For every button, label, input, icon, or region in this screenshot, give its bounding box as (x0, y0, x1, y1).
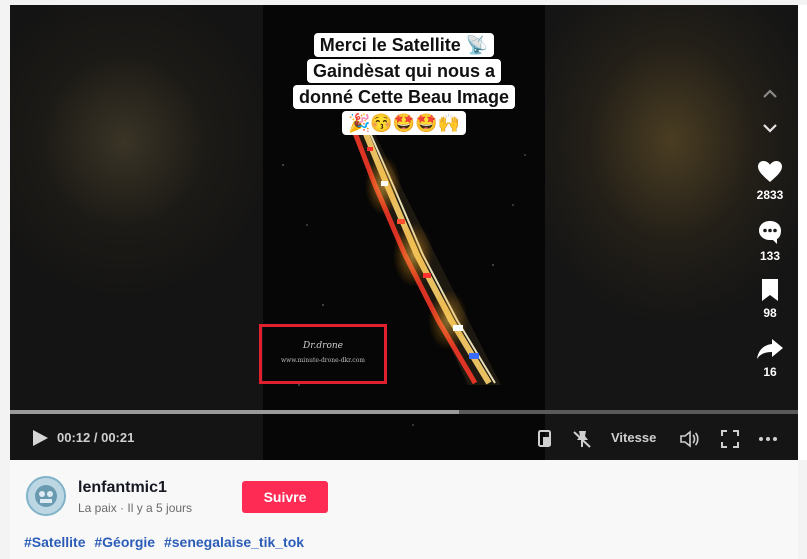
hashtag-link[interactable]: #Satellite (24, 534, 85, 550)
copy-icon (538, 430, 551, 447)
chevron-down-icon (763, 124, 777, 133)
bookmark-icon (762, 279, 778, 301)
hashtag-link[interactable]: #Géorgie (94, 534, 155, 550)
video-player[interactable]: Merci le Satellite 📡 Gaindèsat qui nous … (10, 5, 798, 460)
tiktok-video-page: Merci le Satellite 📡 Gaindèsat qui nous … (0, 0, 807, 559)
play-icon (33, 430, 48, 446)
more-dots-icon (759, 437, 777, 441)
video-info-panel: lenfantmic1 La paix · Il y a 5 jours Sui… (10, 460, 798, 559)
caption-line: Merci le Satellite 📡 (313, 33, 495, 57)
volume-icon (680, 430, 699, 448)
author-username[interactable]: lenfantmic1 (78, 479, 167, 497)
video-progress-bar[interactable] (10, 410, 798, 414)
follow-button[interactable]: Suivre (242, 481, 328, 513)
player-controls: 00:12 / 00:21 Vitesse (10, 420, 798, 456)
page-edge (798, 5, 807, 460)
video-caption-overlay: Merci le Satellite 📡 Gaindèsat qui nous … (263, 33, 545, 137)
like-count: 2833 (756, 188, 784, 202)
share-button[interactable]: 16 (745, 337, 795, 379)
more-options-button[interactable] (757, 428, 779, 450)
caption-line: 🎉😚🤩🤩🙌 (341, 111, 467, 135)
floating-mode-button[interactable] (571, 428, 593, 450)
share-arrow-icon (757, 339, 783, 359)
author-subline: La paix · Il y a 5 jours (78, 501, 193, 515)
watermark-highlight-box: Dr.drone www.minute-drone-dkr.com (259, 324, 387, 384)
caption-line: donné Cette Beau Image (292, 85, 516, 109)
watermark-title: Dr.drone (303, 341, 343, 351)
comment-count: 133 (759, 249, 781, 263)
like-button[interactable]: 2833 (745, 160, 795, 202)
next-video-button[interactable] (755, 113, 785, 143)
volume-button[interactable] (679, 428, 701, 450)
heart-icon (758, 161, 782, 182)
blurred-background-left (10, 5, 263, 460)
side-action-bar: 2833 133 98 16 (745, 5, 795, 405)
previous-video-button[interactable] (755, 79, 785, 109)
avatar[interactable] (26, 476, 66, 516)
speed-button[interactable]: Vitesse (611, 430, 656, 445)
fullscreen-icon (721, 430, 739, 448)
comment-icon (759, 221, 781, 244)
bookmark-count: 98 (763, 306, 777, 320)
fullscreen-button[interactable] (719, 428, 741, 450)
watermark-url: www.minute-drone-dkr.com (281, 357, 365, 364)
caption-line: Gaindèsat qui nous a (306, 59, 502, 83)
hashtag-list: #Satellite #Géorgie #senegalaise_tik_tok (24, 534, 309, 550)
avatar-image (28, 478, 64, 514)
chevron-up-icon (763, 89, 777, 98)
copy-link-button[interactable] (534, 428, 556, 450)
video-frame[interactable]: Merci le Satellite 📡 Gaindèsat qui nous … (263, 5, 545, 460)
bookmark-button[interactable]: 98 (745, 278, 795, 320)
pin-slash-icon (573, 431, 591, 448)
hashtag-link[interactable]: #senegalaise_tik_tok (164, 534, 304, 550)
share-count: 16 (763, 365, 777, 379)
playback-time: 00:12 / 00:21 (57, 430, 135, 445)
video-progress-fill (10, 410, 460, 414)
comment-button[interactable]: 133 (745, 219, 795, 263)
play-button[interactable] (30, 428, 50, 448)
